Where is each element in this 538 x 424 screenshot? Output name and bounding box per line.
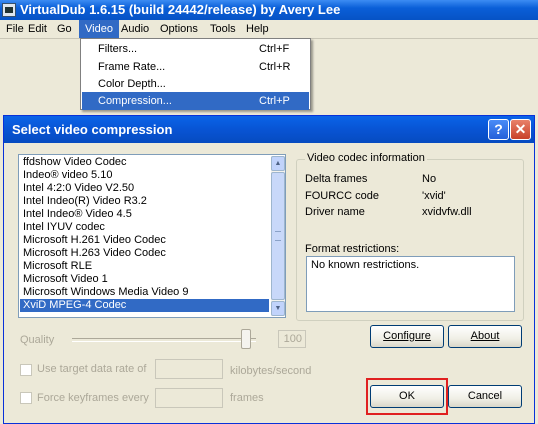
fourcc-value: 'xvid' [422,190,446,202]
target-rate-field[interactable] [155,359,223,379]
keyframes-field[interactable] [155,388,223,408]
codec-list-item[interactable]: Intel Indeo(R) Video R3.2 [20,195,269,208]
codec-list-item[interactable]: Indeo® video 5.10 [20,169,269,182]
select-video-compression-dialog: Select video compression ? ✕ ffdshow Vid… [3,115,535,424]
close-icon[interactable]: ✕ [510,119,531,140]
delta-frames-value: No [422,173,437,185]
scroll-up-icon[interactable]: ▲ [271,156,285,171]
codec-info-group: Video codec information Delta frames No … [296,152,524,321]
cancel-button[interactable]: Cancel [448,385,522,408]
menu-item-color-depth[interactable]: Color Depth... [82,75,309,93]
codec-list-scrollbar[interactable]: ▲ ▼ [271,156,285,316]
window-title: VirtualDub 1.6.15 (build 24442/release) … [20,2,341,17]
menu-item-accelerator: Ctrl+P [259,95,290,107]
scroll-thumb[interactable] [271,172,285,300]
codec-listbox[interactable]: ffdshow Video Codec Indeo® video 5.10 Inte… [18,154,286,318]
format-restrictions-text: No known restrictions. [311,259,420,271]
target-rate-label: Use target data rate of [37,363,147,375]
menu-item-accelerator: Ctrl+R [259,61,291,73]
format-restrictions-box: No known restrictions. [306,256,515,312]
about-button[interactable]: About [448,325,522,348]
ok-button[interactable]: OK [370,385,444,408]
target-rate-checkbox[interactable] [20,364,32,376]
driver-name-label: Driver name [305,206,365,218]
codec-list-item[interactable]: Microsoft Video 1 [20,273,269,286]
quality-value-field[interactable]: 100 [278,330,306,348]
menu-tools[interactable]: Tools [204,20,242,38]
about-label: About [470,330,500,342]
fourcc-label: FOURCC code [305,190,379,202]
scroll-down-icon[interactable]: ▼ [271,301,285,316]
codec-list-item[interactable]: Microsoft RLE [20,260,269,273]
menu-help[interactable]: Help [240,20,275,38]
quality-label: Quality [20,334,55,346]
keyframes-label: Force keyframes every [37,392,149,404]
menu-go[interactable]: Go [51,20,78,38]
configure-label: Configure [383,330,431,342]
main-title-bar: VirtualDub 1.6.15 (build 24442/release) … [0,0,538,20]
delta-frames-label: Delta frames [305,173,368,185]
menu-video[interactable]: Video [79,20,119,38]
codec-list-item[interactable]: Microsoft Windows Media Video 9 [20,286,269,299]
help-icon[interactable]: ? [488,119,509,140]
menu-item-filters[interactable]: Filters... Ctrl+F [82,40,309,58]
keyframes-checkbox[interactable] [20,392,32,404]
dialog-title-bar: Select video compression ? ✕ [4,116,534,143]
driver-name-value: xvidvfw.dll [422,206,472,218]
menu-audio[interactable]: Audio [115,20,155,38]
menu-item-label: Frame Rate... [98,61,166,73]
dialog-title: Select video compression [12,122,173,137]
menu-edit[interactable]: Edit [22,20,53,38]
quality-slider-track[interactable] [72,338,256,342]
codec-list-item[interactable]: XviD MPEG-4 Codec [20,299,269,312]
menu-item-frame-rate[interactable]: Frame Rate... Ctrl+R [82,58,309,76]
keyframes-unit: frames [230,392,264,404]
menu-item-accelerator: Ctrl+F [259,43,290,55]
codec-list-item[interactable]: Intel Indeo® Video 4.5 [20,208,269,221]
configure-button[interactable]: Configure [370,325,444,348]
codec-list-item[interactable]: Microsoft H.261 Video Codec [20,234,269,247]
codec-list-item[interactable]: ffdshow Video Codec [20,156,269,169]
video-menu-dropdown: Filters... Ctrl+F Frame Rate... Ctrl+R C… [80,38,311,110]
menu-item-label: Filters... [98,43,138,55]
menu-options[interactable]: Options [154,20,204,38]
format-restrictions-label: Format restrictions: [305,243,400,255]
codec-list-item[interactable]: Intel 4:2:0 Video V2.50 [20,182,269,195]
menu-item-label: Color Depth... [98,78,166,90]
quality-slider-thumb[interactable] [241,329,251,349]
codec-info-legend: Video codec information [305,152,427,164]
codec-list-item[interactable]: Microsoft H.263 Video Codec [20,247,269,260]
menubar: File Edit Go Video Audio Options Tools H… [0,20,538,39]
target-rate-unit: kilobytes/second [230,365,312,377]
codec-list-item[interactable]: Intel IYUV codec [20,221,269,234]
menu-item-label: Compression... [98,95,172,107]
menu-item-compression[interactable]: Compression... Ctrl+P [82,92,309,110]
app-icon [2,3,16,17]
